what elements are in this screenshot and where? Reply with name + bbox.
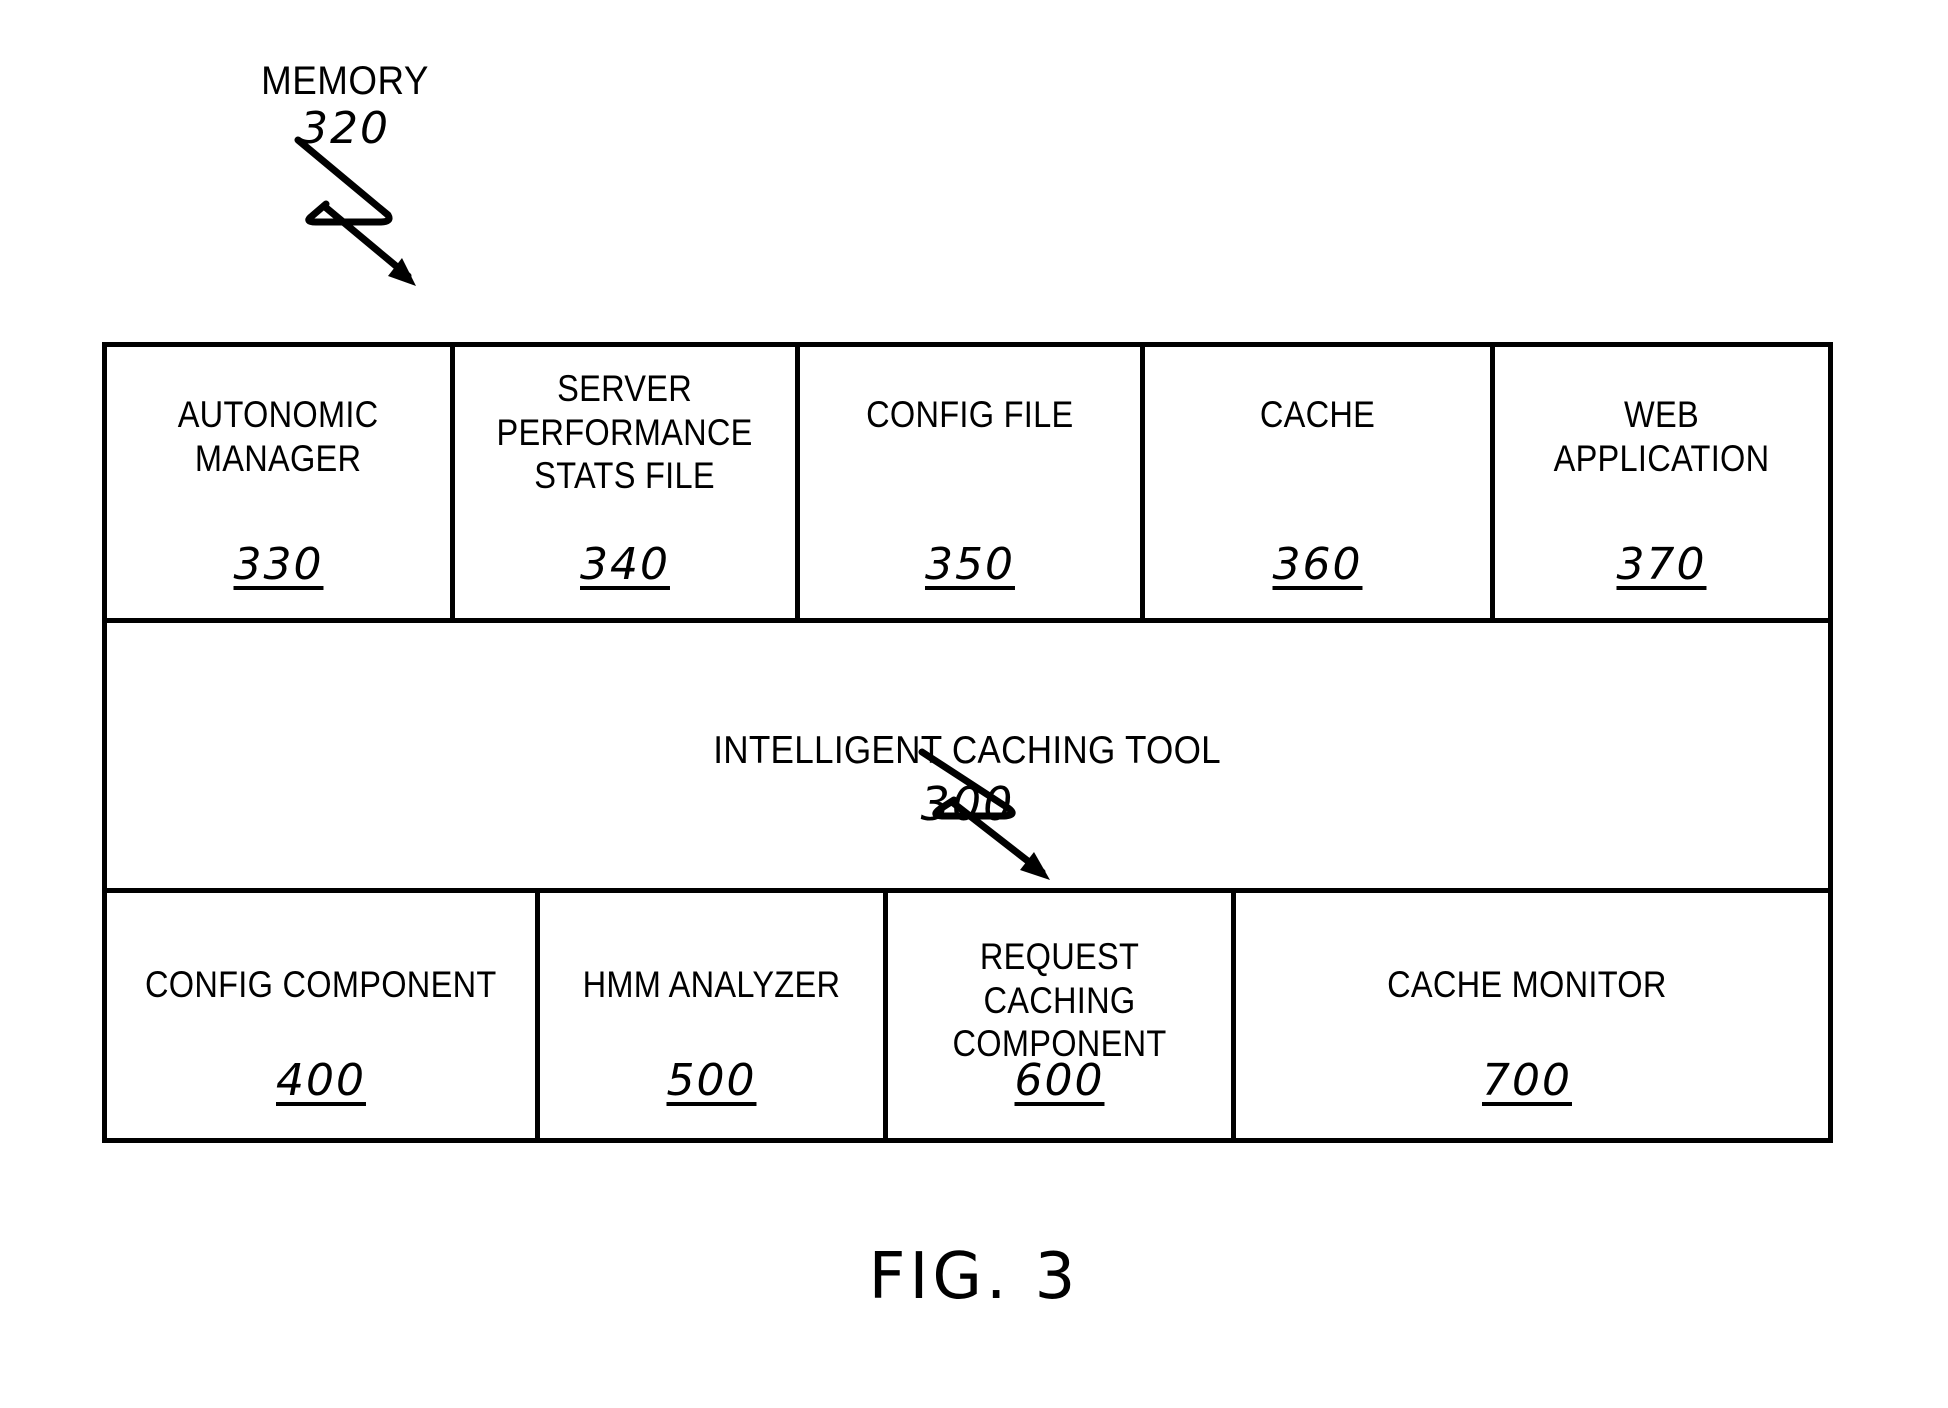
block-cache-monitor: CACHE MONITOR 700 [1231,893,1818,1138]
block-request-caching-component-ref: 600 [1014,1055,1105,1106]
block-hmm-analyzer-label: HMM ANALYZER [582,964,841,1005]
block-intelligent-caching-tool-text: INTELLIGENT CACHING TOOL 300 [107,729,1828,831]
block-config-file: CONFIG FILE 350 [795,347,1140,618]
block-server-performance-stats-file-ref: 340 [580,539,670,590]
memory-components-row: AUTONOMIC MANAGER 330 SERVER PERFORMANCE… [107,347,1828,623]
block-web-application: WEB APPLICATION 370 [1490,347,1828,618]
block-autonomic-manager: AUTONOMIC MANAGER 330 [107,347,450,618]
block-config-file-ref: 350 [925,539,1015,590]
block-cache: CACHE 360 [1140,347,1490,618]
block-cache-monitor-label: CACHE MONITOR [1387,964,1667,1005]
figure-canvas: MEMORY 320 AUTONOMIC MANAGER 330 SERVER … [0,0,1948,1408]
block-server-performance-stats-file: SERVER PERFORMANCE STATS FILE 340 [450,347,795,618]
block-autonomic-manager-label: AUTONOMIC MANAGER [178,394,379,479]
block-config-file-label: CONFIG FILE [866,394,1074,435]
block-cache-label: CACHE [1259,394,1376,435]
block-hmm-analyzer-ref: 500 [666,1055,757,1106]
callout-memory: MEMORY 320 [215,60,475,152]
block-intelligent-caching-tool: INTELLIGENT CACHING TOOL 300 [107,623,1828,893]
memory-block-outline: AUTONOMIC MANAGER 330 SERVER PERFORMANCE… [102,342,1833,1143]
block-config-component-ref: 400 [276,1055,366,1106]
block-cache-ref: 360 [1272,539,1363,590]
block-intelligent-caching-tool-ref: 300 [920,776,1015,831]
block-web-application-ref: 370 [1616,539,1707,590]
block-cache-monitor-ref: 700 [1482,1055,1572,1106]
figure-caption: FIG. 3 [868,1240,1080,1314]
block-web-application-label: WEB APPLICATION [1553,394,1770,479]
leader-line-memory-icon [294,136,416,286]
block-config-component-label: CONFIG COMPONENT [145,964,497,1005]
block-request-caching-component: REQUEST CACHING COMPONENT 600 [883,893,1231,1138]
block-config-component: CONFIG COMPONENT 400 [107,893,535,1138]
callout-memory-ref: 320 [300,103,390,154]
block-hmm-analyzer: HMM ANALYZER 500 [535,893,883,1138]
block-request-caching-component-label: REQUEST CACHING COMPONENT [952,936,1167,1065]
block-server-performance-stats-file-label: SERVER PERFORMANCE STATS FILE [496,368,754,497]
block-intelligent-caching-tool-label: INTELLIGENT CACHING TOOL [713,729,1222,772]
tool-components-row: CONFIG COMPONENT 400 HMM ANALYZER 500 RE… [107,893,1828,1138]
callout-memory-label: MEMORY [261,59,429,103]
block-autonomic-manager-ref: 330 [233,539,324,590]
